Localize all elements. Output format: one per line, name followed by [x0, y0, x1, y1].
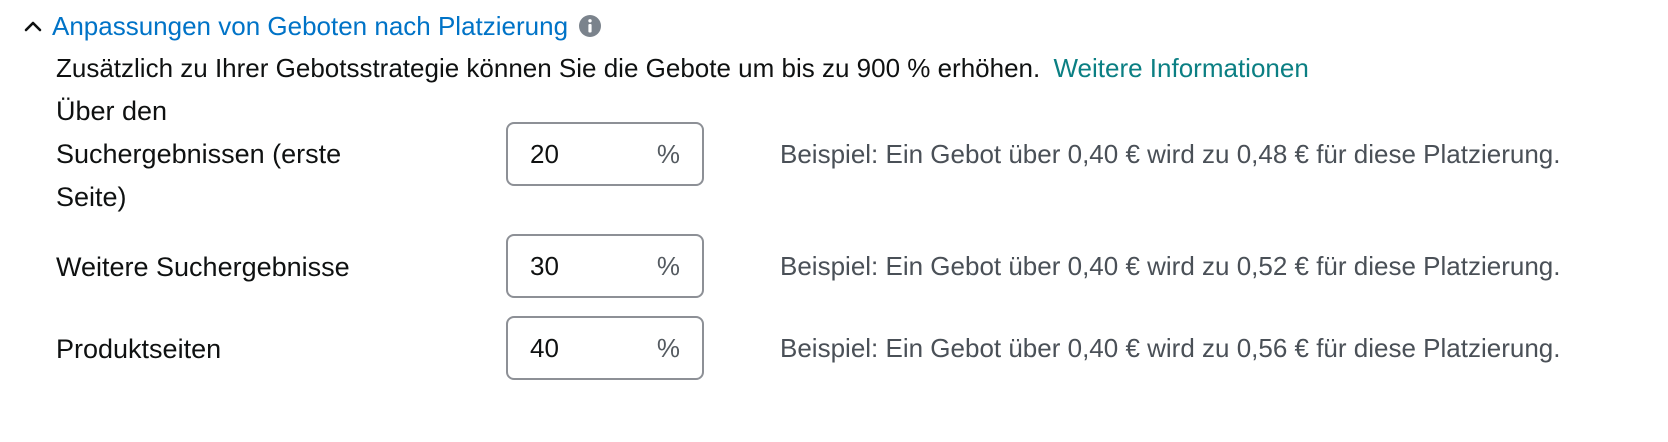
placement-row-product-pages: Produktseiten % Beispiel: Ein Gebot über… — [56, 316, 1656, 382]
description-text: Zusätzlich zu Ihrer Gebotsstrategie könn… — [56, 53, 1041, 83]
percent-suffix: % — [656, 332, 680, 363]
bid-example-text: Beispiel: Ein Gebot über 0,40 € wird zu … — [780, 139, 1561, 169]
placement-label: Weitere Suchergebnisse — [56, 252, 350, 282]
placement-label: Über den Suchergebnissen (erste Seite) — [56, 90, 396, 219]
section-title[interactable]: Anpassungen von Geboten nach Platzierung — [52, 8, 568, 44]
section-description: Zusätzlich zu Ihrer Gebotsstrategie könn… — [56, 50, 1309, 86]
top-of-search-percentage-input[interactable] — [530, 138, 630, 170]
percentage-field: % — [506, 316, 704, 380]
bid-example-text: Beispiel: Ein Gebot über 0,40 € wird zu … — [780, 333, 1561, 363]
placement-row-rest-of-search: Weitere Suchergebnisse % Beispiel: Ein G… — [56, 234, 1656, 300]
bid-example-text: Beispiel: Ein Gebot über 0,40 € wird zu … — [780, 251, 1561, 281]
placement-label-line: Suchergebnissen (erste — [56, 139, 342, 169]
chevron-up-icon — [22, 15, 44, 37]
percent-suffix: % — [656, 250, 680, 281]
info-icon[interactable] — [578, 14, 602, 38]
placement-row-top-of-search: Über den Suchergebnissen (erste Seite) %… — [56, 90, 1656, 220]
placement-label-line: Seite) — [56, 182, 127, 212]
percentage-field: % — [506, 122, 704, 186]
placement-adjustments-toggle[interactable]: Anpassungen von Geboten nach Platzierung — [22, 8, 602, 44]
placement-label: Produktseiten — [56, 334, 222, 364]
percentage-field: % — [506, 234, 704, 298]
placement-label-line: Über den — [56, 96, 168, 126]
rest-of-search-percentage-input[interactable] — [530, 250, 630, 282]
percent-suffix: % — [656, 138, 680, 169]
more-info-link[interactable]: Weitere Informationen — [1053, 53, 1308, 83]
product-pages-percentage-input[interactable] — [530, 332, 630, 364]
